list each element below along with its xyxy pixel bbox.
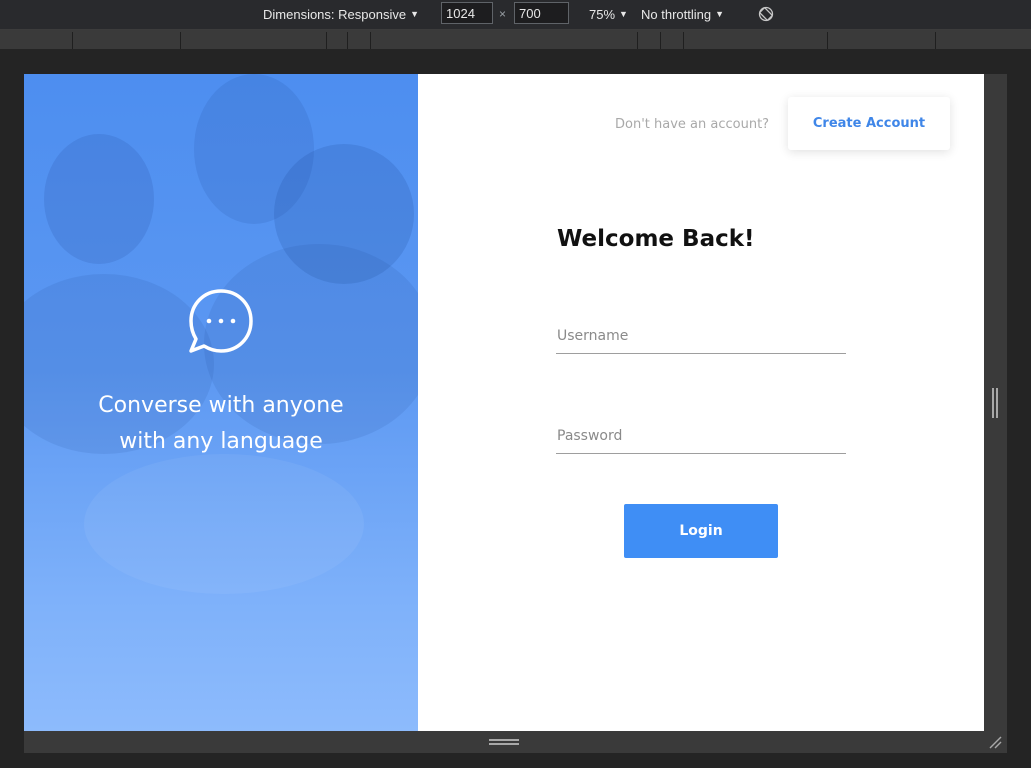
dropdown-arrow-icon: ▼ [715,9,725,19]
page-title: Welcome Back! [557,226,755,252]
chat-bubble-icon [189,289,253,353]
rotate-icon[interactable] [758,6,774,22]
ruler-tick [637,32,638,49]
signup-prompt: Don't have an account? [615,117,770,132]
dimensions-dropdown[interactable]: Dimensions: Responsive ▼ [263,7,419,22]
create-account-button[interactable]: Create Account [788,97,950,150]
dimensions-label: Dimensions: Responsive [263,7,407,22]
hero-tagline-line2: with any language [119,429,323,454]
ruler-tick [180,32,181,49]
hero-tagline: Converse with anyone with any language [24,388,418,460]
width-input[interactable] [441,2,493,24]
hero-photo-shape [84,454,364,594]
ruler-tick [660,32,661,49]
times-separator: × [499,7,507,21]
hero-panel: Converse with anyone with any language [24,74,418,731]
ruler-tick [827,32,828,49]
dropdown-arrow-icon: ▼ [619,9,628,19]
ruler-tick [370,32,371,49]
dropdown-arrow-icon: ▼ [410,9,419,19]
height-input[interactable] [514,2,569,24]
bottom-resize-handle-icon[interactable] [489,739,519,746]
ruler-tick [683,32,684,49]
username-input[interactable] [556,323,846,354]
hero-photo-shape [44,134,154,264]
hero-tagline-line1: Converse with anyone [98,393,344,418]
ruler-tick [326,32,327,49]
ruler-tick [72,32,73,49]
ruler-tick [935,32,936,49]
corner-resize-icon[interactable] [988,735,1002,749]
right-resize-handle-icon[interactable] [992,388,998,418]
password-input[interactable] [556,423,846,454]
throttling-dropdown[interactable]: No throttling ▼ [641,7,724,22]
throttling-label: No throttling [641,7,712,22]
zoom-dropdown[interactable]: 75% ▼ [589,7,628,22]
zoom-label: 75% [589,7,616,22]
media-query-ruler[interactable] [0,30,1031,49]
login-button[interactable]: Login [624,504,778,558]
ruler-tick [347,32,348,49]
page-viewport: Converse with anyone with any language D… [24,74,984,731]
devtools-toolbar: Dimensions: Responsive▼ × 75%▼ No thrott… [0,0,1031,30]
